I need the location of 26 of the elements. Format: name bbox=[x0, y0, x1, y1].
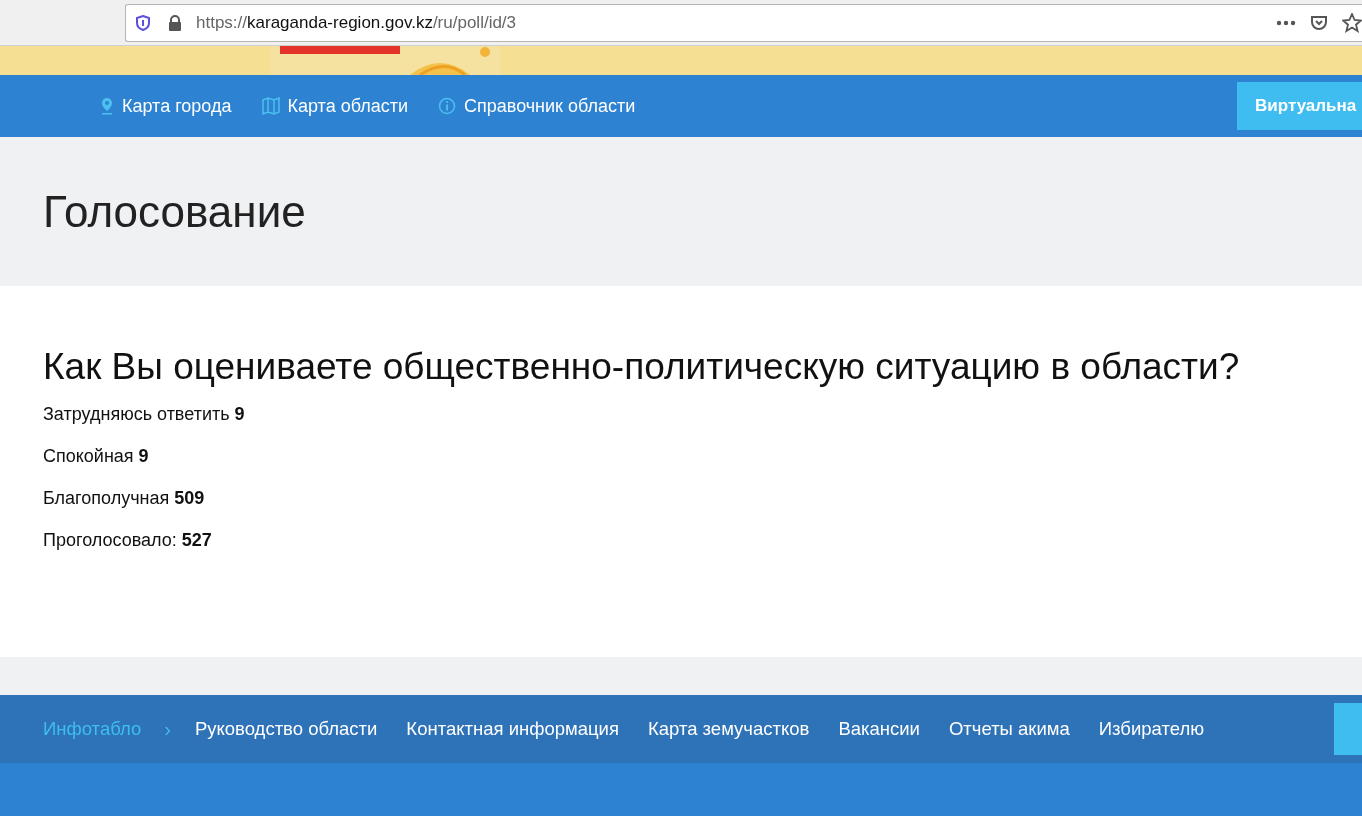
pocket-icon[interactable] bbox=[1310, 13, 1328, 32]
map-icon bbox=[261, 97, 280, 115]
footer-nav-link[interactable]: Избирателю bbox=[1098, 718, 1205, 740]
shield-icon bbox=[136, 14, 150, 31]
footer-nav-link[interactable]: Руководство области bbox=[194, 718, 378, 740]
lock-icon bbox=[168, 14, 182, 31]
poll-result: Спокойная 9 bbox=[43, 446, 150, 467]
footer-nav-link[interactable]: Карта земучастков bbox=[647, 718, 810, 740]
pin-icon bbox=[100, 97, 114, 115]
footer-nav-link[interactable]: Контактная информация bbox=[406, 718, 619, 740]
breadcrumb-separator: › bbox=[164, 717, 171, 741]
more-icon[interactable] bbox=[1276, 19, 1296, 26]
page-title: Голосование bbox=[43, 186, 306, 237]
nav-link[interactable]: Карта области bbox=[261, 95, 408, 117]
star-icon[interactable] bbox=[1342, 12, 1362, 33]
poll-question: Как Вы оцениваете общественно-политическую ситуацию в области? bbox=[43, 346, 1241, 388]
footer-nav-link[interactable]: Отчеты акима bbox=[948, 718, 1070, 740]
nav-link[interactable]: Справочник области bbox=[438, 95, 636, 117]
footer-nav-link[interactable]: Вакансии bbox=[838, 718, 920, 740]
poll-result: Благополучная 509 bbox=[43, 488, 206, 509]
nav-link[interactable]: Карта города bbox=[100, 95, 232, 117]
poll-result: Затрудняюсь ответить 9 bbox=[43, 404, 246, 425]
address-bar[interactable]: https://karaganda-region.gov.kz/ru/poll/id/3 bbox=[125, 3, 1362, 42]
info-icon bbox=[438, 97, 456, 115]
url-text: https://karaganda-region.gov.kz/ru/poll/id/3 bbox=[196, 12, 517, 33]
vote-total: Проголосовало: 527 bbox=[43, 530, 213, 551]
